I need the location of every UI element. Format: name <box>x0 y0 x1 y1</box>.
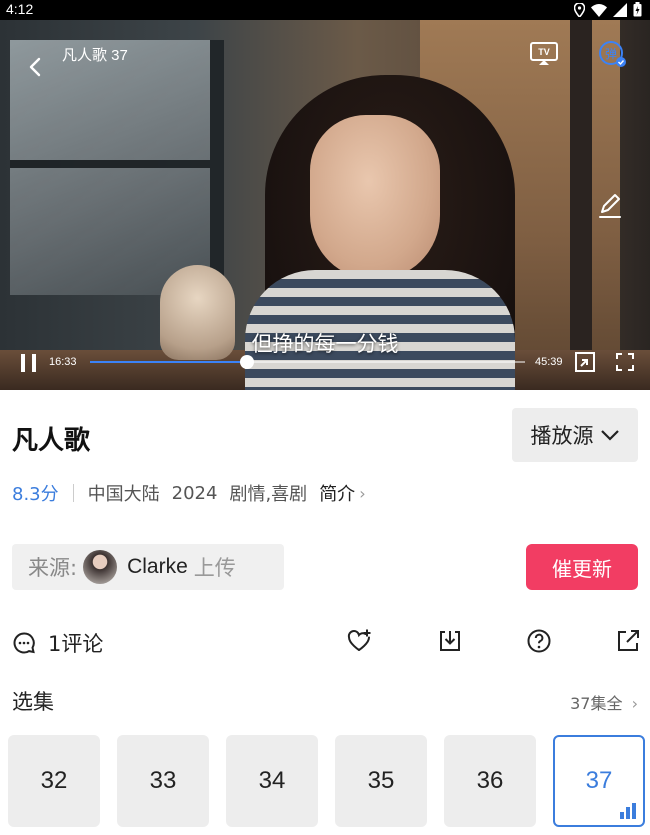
show-meta: 8.3分 中国大陆 2024 剧情,喜剧 简介 › <box>12 480 366 506</box>
episode-number: 34 <box>258 767 286 794</box>
episode-number: 35 <box>367 767 395 794</box>
battery-icon <box>633 2 642 17</box>
now-playing-icon <box>620 803 636 819</box>
chevron-right-icon: › <box>359 483 366 503</box>
video-player[interactable]: 凡人歌 37 TV 弹 但挣的每一分钱 16:33 45:39 <box>0 20 650 390</box>
danmu-toggle-icon[interactable]: 弹 <box>596 38 628 70</box>
location-icon <box>574 2 585 17</box>
show-genre: 剧情,喜剧 <box>229 484 308 505</box>
urge-update-button[interactable]: 催更新 <box>526 544 638 590</box>
episode-number: 33 <box>149 767 177 794</box>
pause-icon[interactable] <box>18 351 40 375</box>
picture-in-picture-icon[interactable] <box>574 351 596 373</box>
danmu-icon-label: 弹 <box>605 47 617 61</box>
help-icon[interactable] <box>526 628 552 654</box>
episodes-heading: 选集 <box>12 690 54 714</box>
show-year: 2024 <box>171 482 218 504</box>
episodes-all-link[interactable]: 37集全 › <box>570 690 638 714</box>
episode-item-37[interactable]: 37 <box>553 735 645 827</box>
chevron-right-icon: › <box>631 694 638 713</box>
progress-bar[interactable] <box>90 355 525 369</box>
episode-number: 36 <box>476 767 504 794</box>
intro-link[interactable]: 简介 <box>319 480 355 506</box>
status-time: 4:12 <box>6 1 34 17</box>
play-source-label: 播放源 <box>530 424 594 448</box>
fullscreen-icon[interactable] <box>614 351 636 373</box>
share-icon[interactable] <box>615 628 641 654</box>
status-icons <box>574 2 642 17</box>
download-icon[interactable] <box>437 628 463 654</box>
total-time: 45:39 <box>535 356 563 368</box>
uploader-chip[interactable]: 来源: Clarke 上传 <box>12 544 284 590</box>
episode-item-33[interactable]: 33 <box>117 735 209 827</box>
tv-cast-icon[interactable]: TV <box>528 40 560 68</box>
episode-item-34[interactable]: 34 <box>226 735 318 827</box>
avatar <box>83 550 118 584</box>
uploader-name: Clarke <box>127 555 188 578</box>
rating-score: 8.3分 <box>12 484 59 505</box>
edit-danmu-icon[interactable] <box>596 192 624 220</box>
current-time: 16:33 <box>49 356 77 368</box>
episode-number: 32 <box>40 767 68 794</box>
action-bar: 1评论 <box>0 618 650 664</box>
signal-icon <box>613 2 627 17</box>
episodes-all-label: 37集全 <box>570 694 623 713</box>
play-source-button[interactable]: 播放源 <box>512 408 638 462</box>
chevron-down-icon <box>600 430 619 441</box>
episode-number: 37 <box>585 767 613 794</box>
episode-list: 32 33 34 35 36 37 <box>8 735 648 827</box>
tv-icon-label: TV <box>538 47 550 57</box>
progress-thumb[interactable] <box>239 355 254 369</box>
comment-button[interactable]: 1评论 <box>12 628 103 658</box>
progress-fill <box>90 361 247 363</box>
show-title: 凡人歌 <box>12 426 91 456</box>
episode-item-36[interactable]: 36 <box>444 735 536 827</box>
video-subtitle: 但挣的每一分钱 <box>251 332 399 356</box>
comment-icon <box>13 632 35 654</box>
uploader-action: 上传 <box>193 556 236 580</box>
meta-divider <box>72 484 74 502</box>
video-frame-face <box>310 115 440 280</box>
favorite-add-icon[interactable] <box>346 628 372 654</box>
episode-item-35[interactable]: 35 <box>335 735 427 827</box>
show-region: 中国大陆 <box>87 484 160 505</box>
back-icon[interactable] <box>22 53 50 81</box>
comment-count: 1评论 <box>48 632 104 656</box>
episode-title: 凡人歌 37 <box>62 47 128 64</box>
episode-item-32[interactable]: 32 <box>8 735 100 827</box>
uploader-label: 来源: <box>28 556 78 580</box>
wifi-icon <box>591 3 607 17</box>
status-bar: 4:12 <box>0 0 650 20</box>
